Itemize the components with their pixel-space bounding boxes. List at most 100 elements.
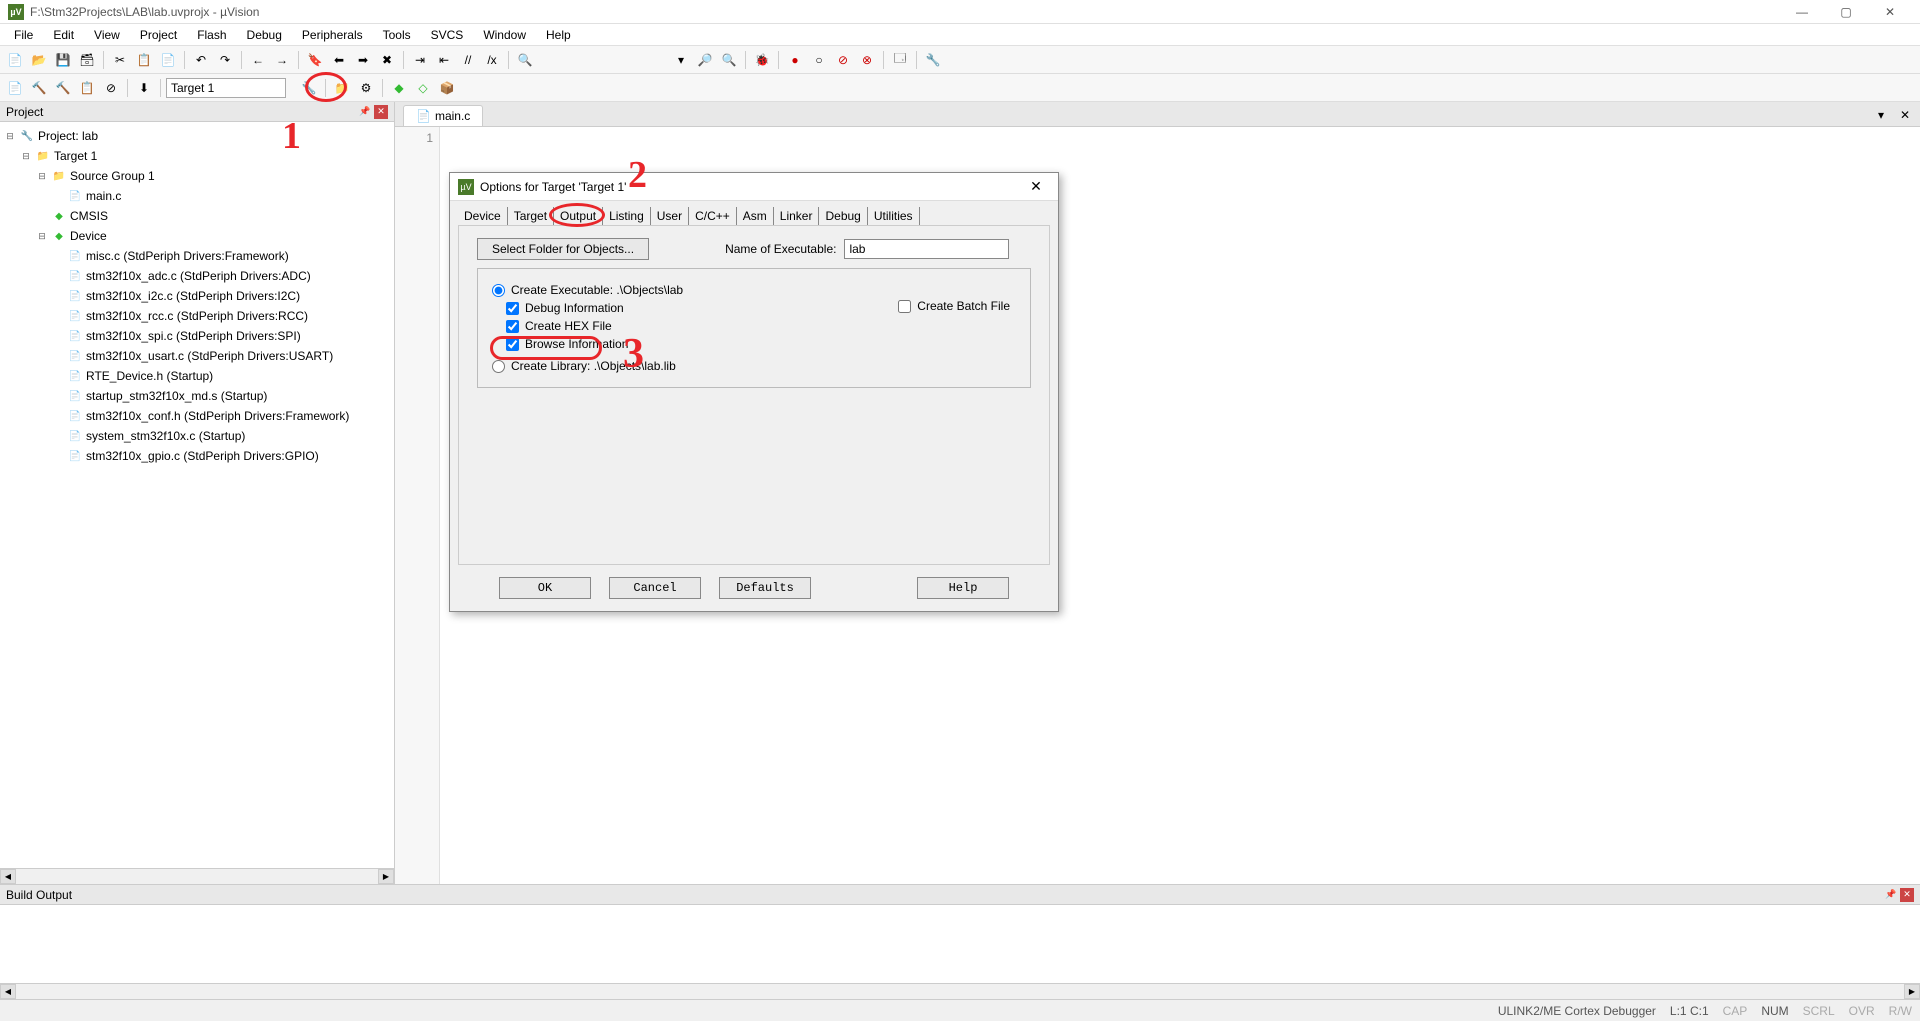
configure-icon[interactable]: 🔧 (922, 49, 944, 71)
tree-file[interactable]: 📄system_stm32f10x.c (Startup) (0, 426, 394, 446)
menu-view[interactable]: View (84, 26, 130, 44)
breakpoint-kill-icon[interactable]: ⊘ (832, 49, 854, 71)
tab-device[interactable]: Device (458, 207, 508, 225)
pack-installer-icon[interactable]: 📦 (436, 77, 458, 99)
minimize-button[interactable]: — (1780, 0, 1824, 24)
tree-file[interactable]: 📄stm32f10x_gpio.c (StdPeriph Drivers:GPI… (0, 446, 394, 466)
breakpoint-killall-icon[interactable]: ⊗ (856, 49, 878, 71)
panel-close-icon[interactable]: ✕ (374, 105, 388, 119)
pin-icon[interactable]: 📌 (1884, 888, 1898, 902)
ok-button[interactable]: OK (499, 577, 591, 599)
cut-icon[interactable]: ✂ (109, 49, 131, 71)
menu-svcs[interactable]: SVCS (421, 26, 474, 44)
tree-file[interactable]: 📄stm32f10x_usart.c (StdPeriph Drivers:US… (0, 346, 394, 366)
tab-linker[interactable]: Linker (774, 207, 820, 225)
tree-group[interactable]: ⊟📁Source Group 1 (0, 166, 394, 186)
nav-fwd-icon[interactable]: → (271, 49, 293, 71)
menu-help[interactable]: Help (536, 26, 581, 44)
executable-name-input[interactable] (844, 239, 1009, 259)
project-hscroll[interactable]: ◀ ▶ (0, 868, 394, 884)
select-pack-icon[interactable]: ◇ (412, 77, 434, 99)
batch-build-icon[interactable]: 📋 (76, 77, 98, 99)
menu-flash[interactable]: Flash (187, 26, 236, 44)
tree-file[interactable]: 📄stm32f10x_i2c.c (StdPeriph Drivers:I2C) (0, 286, 394, 306)
create-executable-radio[interactable] (492, 284, 505, 297)
bookmark-icon[interactable]: 🔖 (304, 49, 326, 71)
save-all-icon[interactable]: 🗃 (76, 49, 98, 71)
panel-close-icon[interactable]: ✕ (1900, 888, 1914, 902)
dialog-close-icon[interactable]: ✕ (1022, 177, 1050, 197)
tree-file[interactable]: 📄RTE_Device.h (Startup) (0, 366, 394, 386)
browse-info-checkbox[interactable] (506, 338, 519, 351)
cancel-button[interactable]: Cancel (609, 577, 701, 599)
save-icon[interactable]: 💾 (52, 49, 74, 71)
nav-back-icon[interactable]: ← (247, 49, 269, 71)
tree-file[interactable]: 📄startup_stm32f10x_md.s (Startup) (0, 386, 394, 406)
help-button[interactable]: Help (917, 577, 1009, 599)
build-output-body[interactable] (0, 905, 1920, 983)
tab-output[interactable]: Output (554, 207, 603, 225)
tab-target[interactable]: Target (508, 207, 554, 225)
tree-file[interactable]: 📄stm32f10x_adc.c (StdPeriph Drivers:ADC) (0, 266, 394, 286)
manage-rte-icon[interactable]: ◆ (388, 77, 410, 99)
tab-ccpp[interactable]: C/C++ (689, 207, 737, 225)
new-icon[interactable]: 📄 (4, 49, 26, 71)
maximize-button[interactable]: ▢ (1824, 0, 1868, 24)
editor-tab-main[interactable]: 📄 main.c (403, 105, 483, 126)
open-icon[interactable]: 📂 (28, 49, 50, 71)
redo-icon[interactable]: ↷ (214, 49, 236, 71)
manage-icon[interactable]: ⚙ (355, 77, 377, 99)
tree-cmsis[interactable]: ◆CMSIS (0, 206, 394, 226)
defaults-button[interactable]: Defaults (719, 577, 811, 599)
menu-tools[interactable]: Tools (373, 26, 421, 44)
tab-listing[interactable]: Listing (603, 207, 651, 225)
tree-main[interactable]: 📄main.c (0, 186, 394, 206)
create-hex-checkbox[interactable] (506, 320, 519, 333)
comment-icon[interactable]: // (457, 49, 479, 71)
build-hscroll[interactable]: ◀ ▶ (0, 983, 1920, 999)
menu-peripherals[interactable]: Peripherals (292, 26, 373, 44)
bookmark-clear-icon[interactable]: ✖ (376, 49, 398, 71)
menu-window[interactable]: Window (473, 26, 536, 44)
file-ext-icon[interactable]: 📁 (331, 77, 353, 99)
undo-icon[interactable]: ↶ (190, 49, 212, 71)
tree-file[interactable]: 📄stm32f10x_conf.h (StdPeriph Drivers:Fra… (0, 406, 394, 426)
debug-icon[interactable]: 🐞 (751, 49, 773, 71)
outdent-icon[interactable]: ⇤ (433, 49, 455, 71)
window-icon[interactable]: 🗔 (889, 49, 911, 71)
tab-close-icon[interactable]: ✕ (1894, 104, 1916, 126)
incremental-find-icon[interactable]: 🔍 (718, 49, 740, 71)
menu-project[interactable]: Project (130, 26, 187, 44)
tab-utilities[interactable]: Utilities (868, 207, 920, 225)
find-files-icon[interactable]: 🔎 (694, 49, 716, 71)
tree-file[interactable]: 📄misc.c (StdPeriph Drivers:Framework) (0, 246, 394, 266)
project-tree[interactable]: ⊟🔧Project: lab ⊟📁Target 1 ⊟📁Source Group… (0, 122, 394, 868)
tab-debug[interactable]: Debug (819, 207, 867, 225)
tab-asm[interactable]: Asm (737, 207, 774, 225)
tree-file[interactable]: 📄stm32f10x_spi.c (StdPeriph Drivers:SPI) (0, 326, 394, 346)
indent-icon[interactable]: ⇥ (409, 49, 431, 71)
uncomment-icon[interactable]: /x (481, 49, 503, 71)
tab-dropdown-icon[interactable]: ▾ (1870, 104, 1892, 126)
find-icon[interactable]: 🔍 (514, 49, 536, 71)
scroll-right-icon[interactable]: ▶ (1904, 984, 1920, 999)
breakpoint-disable-icon[interactable]: ○ (808, 49, 830, 71)
create-batch-checkbox[interactable] (898, 300, 911, 313)
bookmark-next-icon[interactable]: ➡ (352, 49, 374, 71)
menu-debug[interactable]: Debug (237, 26, 292, 44)
tree-file[interactable]: 📄stm32f10x_rcc.c (StdPeriph Drivers:RCC) (0, 306, 394, 326)
menu-file[interactable]: File (4, 26, 43, 44)
bookmark-prev-icon[interactable]: ⬅ (328, 49, 350, 71)
scroll-left-icon[interactable]: ◀ (0, 984, 16, 999)
find-dropdown-icon[interactable]: ▾ (670, 49, 692, 71)
select-folder-button[interactable]: Select Folder for Objects... (477, 238, 649, 260)
build-icon[interactable]: 🔨 (28, 77, 50, 99)
close-button[interactable]: ✕ (1868, 0, 1912, 24)
download-icon[interactable]: ⬇ (133, 77, 155, 99)
scroll-right-icon[interactable]: ▶ (378, 869, 394, 884)
target-selector[interactable]: Target 1 (166, 78, 286, 98)
create-library-radio[interactable] (492, 360, 505, 373)
tree-target[interactable]: ⊟📁Target 1 (0, 146, 394, 166)
debug-info-checkbox[interactable] (506, 302, 519, 315)
tree-device[interactable]: ⊟◆Device (0, 226, 394, 246)
